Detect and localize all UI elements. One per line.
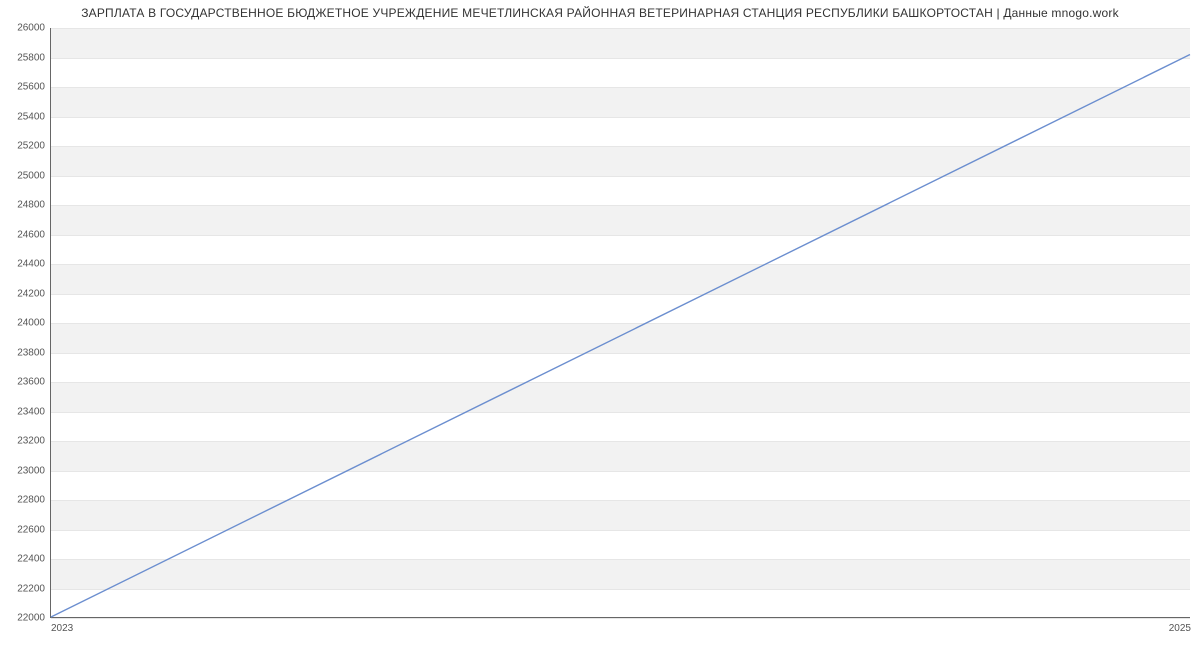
y-tick-label: 25600 [17,82,45,93]
y-tick-label: 23600 [17,377,45,388]
y-tick-label: 24800 [17,200,45,211]
y-tick-label: 22600 [17,524,45,535]
y-tick-label: 22800 [17,495,45,506]
y-tick-label: 23800 [17,347,45,358]
y-tick-label: 22200 [17,583,45,594]
y-tick-label: 24400 [17,259,45,270]
line-layer [51,28,1190,617]
y-tick-label: 25000 [17,170,45,181]
x-tick-label: 2023 [51,623,73,634]
y-tick-label: 23400 [17,406,45,417]
grid-line [51,618,1190,619]
y-tick-label: 25400 [17,111,45,122]
y-tick-label: 26000 [17,23,45,34]
y-tick-label: 25800 [17,52,45,63]
x-tick-label: 2025 [1169,623,1191,634]
y-tick-label: 24600 [17,229,45,240]
y-tick-label: 25200 [17,141,45,152]
chart-title: ЗАРПЛАТА В ГОСУДАРСТВЕННОЕ БЮДЖЕТНОЕ УЧР… [0,0,1200,24]
plot-area: 2200022200224002260022800230002320023400… [50,28,1190,618]
plot: 2200022200224002260022800230002320023400… [50,28,1190,618]
chart-container: ЗАРПЛАТА В ГОСУДАРСТВЕННОЕ БЮДЖЕТНОЕ УЧР… [0,0,1200,650]
y-tick-label: 24200 [17,288,45,299]
y-tick-label: 23000 [17,465,45,476]
y-tick-label: 23200 [17,436,45,447]
y-tick-label: 22000 [17,613,45,624]
y-tick-label: 24000 [17,318,45,329]
y-tick-label: 22400 [17,554,45,565]
series-line [51,55,1190,617]
